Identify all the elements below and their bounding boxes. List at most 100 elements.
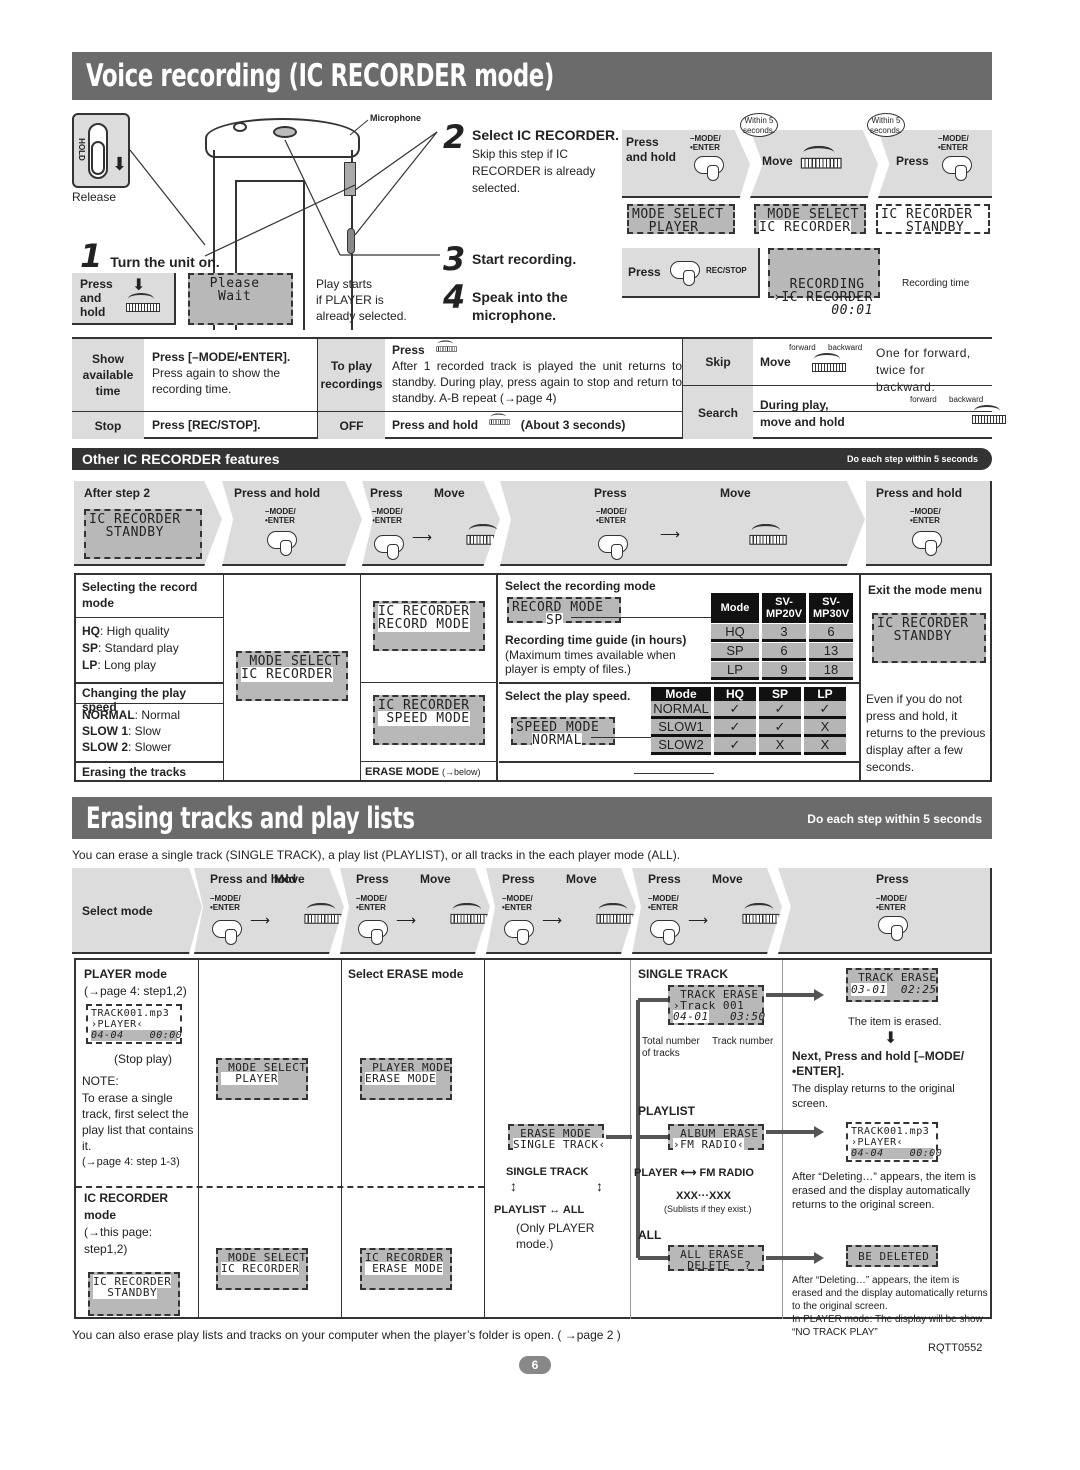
erasing-intro: You can erase a single track (SINGLE TRA…	[72, 848, 681, 862]
table-header: SP	[759, 687, 801, 701]
erasing-tracks-title: Erasing the tracks	[82, 765, 187, 779]
mode-enter-button-icon	[358, 920, 388, 945]
table-cell: ✓	[759, 719, 801, 737]
backward-label: backward	[828, 343, 863, 352]
erase-grid: PLAYER mode (→page 4: step1,2) TRACK001.…	[74, 958, 992, 1338]
row-label-to-play: To play recordings	[317, 339, 385, 411]
table-cell: ✓	[759, 701, 801, 719]
lcd-be-deleted: BE DELETED	[846, 1245, 938, 1267]
lcd-track001: TRACK001.mp3 ›PLAYER‹ 04-04 00:00	[86, 1004, 182, 1044]
table-cell: ✓	[714, 719, 756, 737]
step-2-desc: Skip this step if IC RECORDER is already…	[472, 147, 596, 195]
step-1: 1 Turn the unit on.	[80, 237, 220, 275]
lcd-all-erase: ALL ERASE DELETE ?	[668, 1245, 764, 1271]
record-mode-title: Selecting the record mode	[82, 580, 198, 610]
page-number: 6	[519, 1356, 551, 1374]
mode-enter-button-icon	[267, 531, 297, 556]
table-header: Mode	[711, 593, 759, 623]
step-4-number: 4	[443, 278, 466, 316]
erase-flow-step: Press and hold Move –MODE/•ENTER ⟶	[194, 868, 344, 954]
step-3-number: 3	[443, 240, 466, 278]
step-1-action-box: Press and hold ⬇	[72, 273, 176, 325]
step-4-title: Speak into the microphone.	[472, 289, 568, 323]
lcd-track-erase-result: TRACK ERASE 03-01 02:25	[846, 968, 938, 1002]
lcd-mode-select-ic-recorder: MODE SELECT IC RECORDER	[216, 1248, 308, 1290]
erase-flow-step: Press Move –MODE/•ENTER ⟶	[486, 868, 636, 954]
player-mode-title: PLAYER mode	[84, 967, 167, 981]
operations-table: Show available time Press [–MODE/•ENTER]…	[72, 337, 1007, 439]
erase-flow-step: Press –MODE/•ENTER	[778, 868, 992, 954]
table-cell: SP	[711, 643, 759, 661]
player-mode-ref[interactable]: (→page 4: step1,2)	[84, 984, 187, 998]
table-cell: 18	[809, 662, 853, 680]
jog-wheel-icon	[810, 353, 846, 375]
skip-desc: One for forward, twice for backward.	[876, 346, 971, 394]
exit-mode-title: Exit the mode menu	[868, 583, 983, 597]
exit-mode-desc: Even if you do not press and hold, it re…	[866, 692, 986, 774]
step-3-title: Start recording.	[472, 251, 577, 267]
step-1-number: 1	[80, 237, 103, 275]
step-1-title: Turn the unit on.	[110, 254, 220, 270]
jog-wheel-icon	[124, 293, 160, 315]
recording-time-label: Recording time	[902, 278, 970, 289]
table-header: HQ	[714, 687, 756, 701]
result-arrows	[766, 989, 824, 1264]
table-header: LP	[804, 687, 846, 701]
forward-label: forward	[789, 343, 816, 352]
table-row: LP 9 18	[711, 662, 857, 680]
all-title: ALL	[638, 1228, 662, 1242]
down-arrow-icon: ⬇	[884, 1030, 898, 1047]
jog-wheel-icon	[448, 902, 488, 927]
step-2-number: 2	[443, 118, 466, 156]
mode-enter-button-icon	[912, 531, 942, 556]
select-play-speed-title: Select the play speed.	[505, 689, 631, 703]
table-cell: SLOW1	[651, 719, 711, 737]
table-row: SP 6 13	[711, 643, 857, 661]
table-cell: ✓	[804, 701, 846, 719]
mode-enter-button-icon	[942, 156, 972, 181]
lcd-track001-result: TRACK001.mp3 ›PLAYER‹ 04-04 00:00	[846, 1122, 942, 1162]
features-grid: Selecting the record mode HQ: High quali…	[74, 573, 992, 782]
erasing-tip: Do each step within 5 seconds	[807, 812, 982, 826]
jog-wheel-icon	[970, 405, 1007, 427]
mode-enter-button-icon	[374, 535, 404, 560]
row-desc-show-available-time: Press [–MODE/•ENTER]. Press again to show…	[152, 350, 291, 396]
erase-mode-link[interactable]: ERASE MODE (→below)	[365, 766, 481, 778]
table-cell: NORMAL	[651, 701, 711, 719]
erasing-footer: You can also erase play lists and tracks…	[72, 1328, 621, 1342]
within-5-seconds-bubble: Within 5 seconds.	[740, 113, 778, 137]
table-cell: 9	[762, 662, 806, 680]
select-erase-mode-title: Select ERASE mode	[348, 967, 464, 981]
record-mode-list: HQ: High quality SP: Standard play LP: L…	[82, 624, 179, 672]
document-code: RQTT0552	[928, 1342, 983, 1354]
select-recording-mode-title: Select the recording mode	[505, 579, 656, 593]
lcd-please-wait: Please Wait	[188, 273, 293, 325]
table-header: SV- MP20V	[762, 593, 806, 623]
mode-enter-button-icon	[212, 920, 242, 945]
feature-flow-press-move: Press Move –MODE/•ENTER ⟶	[362, 481, 500, 566]
lcd-ic-recorder-standby: IC RECORDER STANDBY	[876, 204, 990, 234]
erase-flow-step: Press Move –MODE/•ENTER ⟶	[340, 868, 490, 954]
mode-enter-button-icon	[650, 920, 680, 945]
lcd-erase-mode-single: ERASE MODE SINGLE TRACK‹	[508, 1124, 606, 1151]
table-row: NORMAL ✓ ✓ ✓	[651, 701, 856, 719]
lcd-player-erase-mode: PLAYER MODE ERASE MODE	[360, 1058, 452, 1100]
erase-flow-row: Select mode Press and hold Move –MODE/•ENT…	[72, 868, 992, 954]
table-header: Mode	[651, 687, 711, 701]
lcd-ic-recorder-standby: IC RECORDER STANDBY	[88, 1272, 180, 1316]
feature-flow-press-hold-2: Press and hold –MODE/•ENTER	[866, 481, 992, 566]
flow-move: Move	[750, 130, 878, 198]
play-speed-table: Mode HQ SP LP NORMAL ✓ ✓ ✓ SLOW1 ✓ ✓ X SLOW2 ✓ X X	[651, 687, 856, 755]
row-label-stop: Stop	[72, 412, 144, 439]
jog-wheel-icon	[435, 340, 457, 353]
lcd-mode-select-ic-recorder: MODE SELECT IC RECORDER	[236, 651, 348, 701]
row-label-off: OFF	[317, 412, 385, 439]
lcd-ic-erase-mode: IC RECORDER ERASE MODE	[360, 1248, 452, 1290]
features-header: Other IC RECORDER features Do each step …	[72, 448, 992, 470]
lcd-speed-mode: IC RECORDER SPEED MODE	[373, 695, 485, 745]
select-mode-label: Select mode	[82, 904, 153, 918]
table-row: HQ 3 6	[711, 624, 857, 642]
lcd-record-mode-sp: RECORD MODE SP	[507, 597, 621, 628]
jog-wheel-icon	[740, 902, 780, 927]
table-cell: ✓	[714, 737, 756, 755]
